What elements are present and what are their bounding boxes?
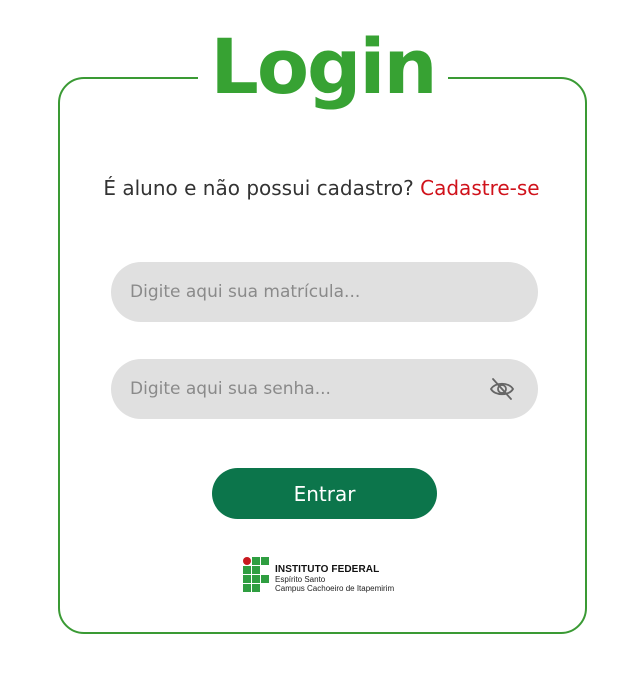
title-wrap: Login: [198, 22, 448, 122]
institution-campus: Campus Cachoeiro de Itapemirim: [275, 584, 395, 593]
signup-question: É aluno e não possui cadastro?: [103, 176, 414, 200]
entrar-button[interactable]: Entrar: [212, 468, 437, 519]
signup-link[interactable]: Cadastre-se: [420, 176, 539, 200]
eye-off-icon[interactable]: [488, 376, 516, 402]
matricula-field-wrapper: [111, 262, 538, 322]
matricula-input[interactable]: [111, 262, 538, 322]
logo-grid-icon: [243, 557, 269, 592]
institution-name: INSTITUTO FEDERAL: [275, 564, 380, 575]
senha-input[interactable]: [111, 359, 538, 419]
logo-text: INSTITUTO FEDERAL Espírito Santo Campus …: [275, 565, 394, 593]
senha-field-wrapper: [111, 359, 538, 419]
signup-prompt: É aluno e não possui cadastro? Cadastre-…: [0, 176, 643, 200]
login-card: [58, 77, 587, 634]
institution-state: Espírito Santo: [275, 575, 326, 584]
page-title: Login: [210, 22, 437, 111]
institution-logo: INSTITUTO FEDERAL Espírito Santo Campus …: [243, 557, 394, 593]
